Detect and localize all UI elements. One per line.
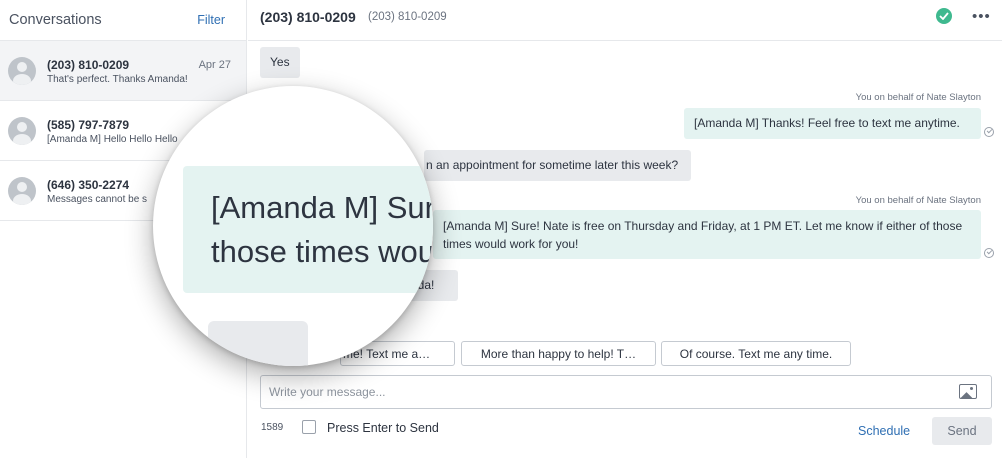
conversation-date: Apr 27 bbox=[198, 59, 231, 71]
filter-link[interactable]: Filter bbox=[197, 13, 225, 27]
read-receipt-icon bbox=[984, 127, 994, 137]
avatar bbox=[8, 117, 36, 145]
conversation-phone: (203) 810-0209 bbox=[47, 58, 130, 72]
thread-header: (203) 810-0209 (203) 810-0209 ••• bbox=[248, 0, 1002, 41]
conversation-preview: [Amanda M] Hello Hello Hello bbox=[47, 134, 178, 145]
incoming-message: n an appointment for sometime later this… bbox=[424, 150, 691, 181]
avatar bbox=[8, 57, 36, 85]
magnified-incoming-bubble bbox=[208, 321, 308, 366]
conversation-preview: Messages cannot be s bbox=[47, 194, 148, 205]
send-button[interactable]: Send bbox=[932, 417, 992, 445]
outgoing-message: [Amanda M] Thanks! Feel free to text me … bbox=[684, 108, 981, 139]
magnified-line: those times wou bbox=[211, 234, 433, 269]
avatar bbox=[8, 177, 36, 205]
suggested-reply[interactable]: More than happy to help! T… bbox=[461, 341, 656, 366]
read-receipt-icon bbox=[984, 248, 994, 258]
suggested-reply[interactable]: Of course. Text me any time. bbox=[661, 341, 851, 366]
character-count: 1589 bbox=[261, 422, 284, 433]
compose-box bbox=[260, 375, 992, 409]
sidebar-title: Conversations bbox=[9, 12, 102, 28]
incoming-message: Yes bbox=[260, 47, 300, 78]
conversation-item[interactable]: (203) 810-0209 Apr 27 That's perfect. Th… bbox=[0, 41, 246, 101]
press-enter-checkbox[interactable] bbox=[302, 420, 316, 434]
message-meta: You on behalf of Nate Slayton bbox=[855, 92, 981, 103]
thread-subtitle: (203) 810-0209 bbox=[368, 11, 447, 23]
magnified-line: [Amanda M] Sur bbox=[211, 190, 433, 225]
schedule-link[interactable]: Schedule bbox=[858, 424, 910, 438]
conversation-phone: (585) 797-7879 bbox=[47, 118, 130, 132]
check-circle-icon bbox=[936, 8, 952, 24]
press-enter-label: Press Enter to Send bbox=[327, 421, 439, 435]
conversation-preview: That's perfect. Thanks Amanda! bbox=[47, 74, 188, 85]
magnified-text: [Amanda M] Sur those times wou bbox=[211, 186, 433, 274]
message-meta: You on behalf of Nate Slayton bbox=[855, 195, 981, 206]
sidebar-header: Conversations Filter bbox=[0, 0, 246, 41]
conversation-phone: (646) 350-2274 bbox=[47, 178, 130, 192]
message-input[interactable] bbox=[261, 376, 951, 408]
thread-title: (203) 810-0209 bbox=[260, 9, 356, 25]
outgoing-message: [Amanda M] Sure! Nate is free on Thursda… bbox=[433, 210, 981, 259]
image-icon[interactable] bbox=[959, 384, 977, 399]
magnifier-lens: [Amanda M] Sur those times wou bbox=[153, 86, 433, 366]
more-options-icon[interactable]: ••• bbox=[972, 8, 991, 25]
